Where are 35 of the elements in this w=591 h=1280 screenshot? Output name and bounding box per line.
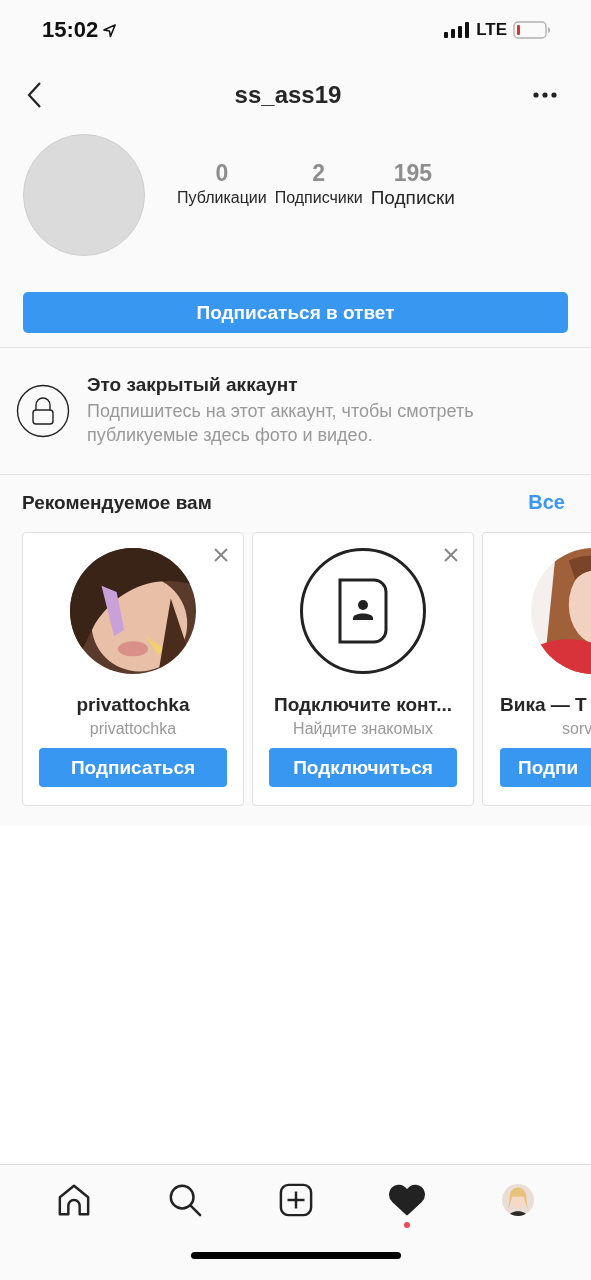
contact-book-icon xyxy=(300,548,426,674)
stat-count: 195 xyxy=(393,159,432,187)
section-title: Рекомендуемое вам xyxy=(22,491,212,514)
suggestion-subtitle: privattochka xyxy=(89,720,177,738)
close-icon[interactable] xyxy=(444,548,458,562)
private-account-title: Это закрытый аккаунт xyxy=(87,374,299,396)
heart-icon[interactable] xyxy=(388,1184,425,1216)
suggestion-subtitle: Найдите знакомых xyxy=(293,720,433,738)
stat-label: Публикации xyxy=(177,188,267,207)
add-post-icon[interactable] xyxy=(278,1183,313,1217)
follow-button[interactable]: Подписаться xyxy=(39,748,227,787)
suggestion-name: Вика — Т xyxy=(500,694,587,716)
stat-label: Подписки xyxy=(370,186,455,209)
suggestion-name: privattochka xyxy=(76,694,190,716)
back-icon[interactable] xyxy=(27,81,43,109)
see-all-link[interactable]: Все xyxy=(528,491,565,514)
follow-back-button[interactable]: Подписаться в ответ xyxy=(23,292,568,333)
stat-count: 0 xyxy=(215,159,229,187)
close-icon[interactable] xyxy=(214,548,228,562)
search-icon[interactable] xyxy=(167,1183,202,1217)
suggestion-name: Подключите конт... xyxy=(273,694,453,716)
more-options-icon[interactable] xyxy=(533,92,557,98)
stat-count: 2 xyxy=(312,159,326,187)
clock: 15:02 xyxy=(42,17,99,43)
private-account-text: Подпишитесь на этот аккаунт, чтобы смотреть публикуемые здесь фото и видео. xyxy=(87,400,475,447)
network-label: LTE xyxy=(476,20,507,40)
location-arrow-icon xyxy=(102,22,118,38)
username-title: ss_ass19 xyxy=(234,81,342,109)
lock-icon xyxy=(16,383,70,438)
battery-icon xyxy=(513,21,551,39)
signal-icon xyxy=(444,22,471,38)
stat-label: Подписчики xyxy=(274,188,363,207)
home-icon[interactable] xyxy=(56,1183,91,1217)
connect-button[interactable]: Подключиться xyxy=(269,748,457,787)
follow-button[interactable]: Подпи xyxy=(500,748,591,787)
